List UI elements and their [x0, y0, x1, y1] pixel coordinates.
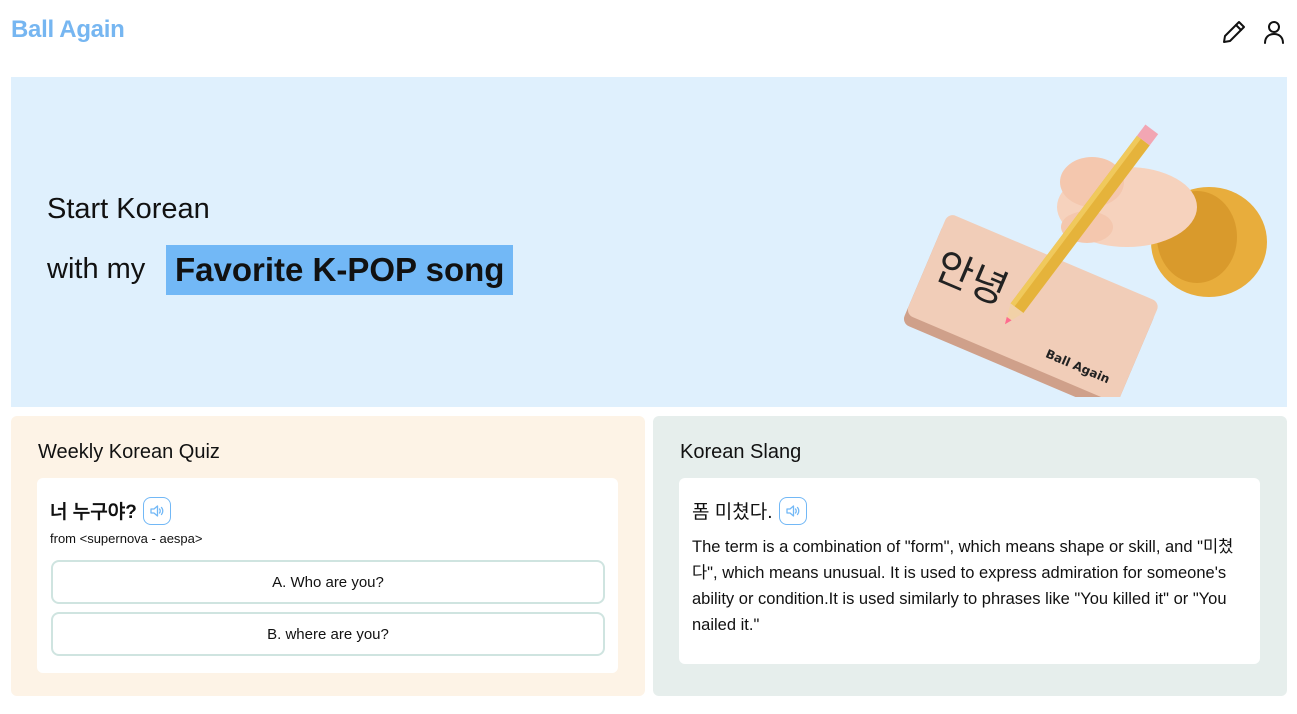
slang-description: The term is a combination of "form", whi…	[692, 538, 1234, 634]
quiz-source: from <supernova - aespa>	[50, 531, 203, 546]
hero-highlight: Favorite K-POP song	[166, 245, 514, 295]
quiz-option-a[interactable]: A. Who are you?	[51, 560, 605, 604]
user-icon[interactable]	[1260, 18, 1288, 46]
slang-title: Korean Slang	[680, 441, 802, 463]
logo[interactable]: Ball Again	[11, 16, 125, 44]
quiz-option-b[interactable]: B. where are you?	[51, 612, 605, 656]
slang-speaker-button[interactable]	[779, 497, 807, 525]
weekly-quiz-card: Weekly Korean Quiz 너 누구야? from <supernov…	[11, 416, 645, 696]
top-header: Ball Again	[0, 0, 1297, 66]
hero-line-2: with my	[47, 253, 146, 285]
slang-panel: 폼 미쳤다. The term is a combination of "for…	[679, 478, 1260, 664]
hero-line-1: Start Korean	[47, 193, 210, 225]
korean-slang-card: Korean Slang 폼 미쳤다. The term is a combin…	[653, 416, 1287, 696]
speaker-icon	[786, 505, 800, 517]
quiz-panel: 너 누구야? from <supernova - aespa> A. Who a…	[37, 478, 618, 673]
speaker-icon	[150, 505, 164, 517]
hand-writing-illustration: 안녕 Ball Again	[887, 87, 1267, 407]
hero-banner: Start Korean with my Favorite K-POP song…	[11, 77, 1287, 407]
quiz-title: Weekly Korean Quiz	[38, 441, 220, 463]
quiz-phrase: 너 누구야?	[50, 502, 137, 523]
slang-phrase: 폼 미쳤다.	[692, 502, 773, 523]
pencil-icon[interactable]	[1220, 18, 1248, 46]
quiz-speaker-button[interactable]	[143, 497, 171, 525]
